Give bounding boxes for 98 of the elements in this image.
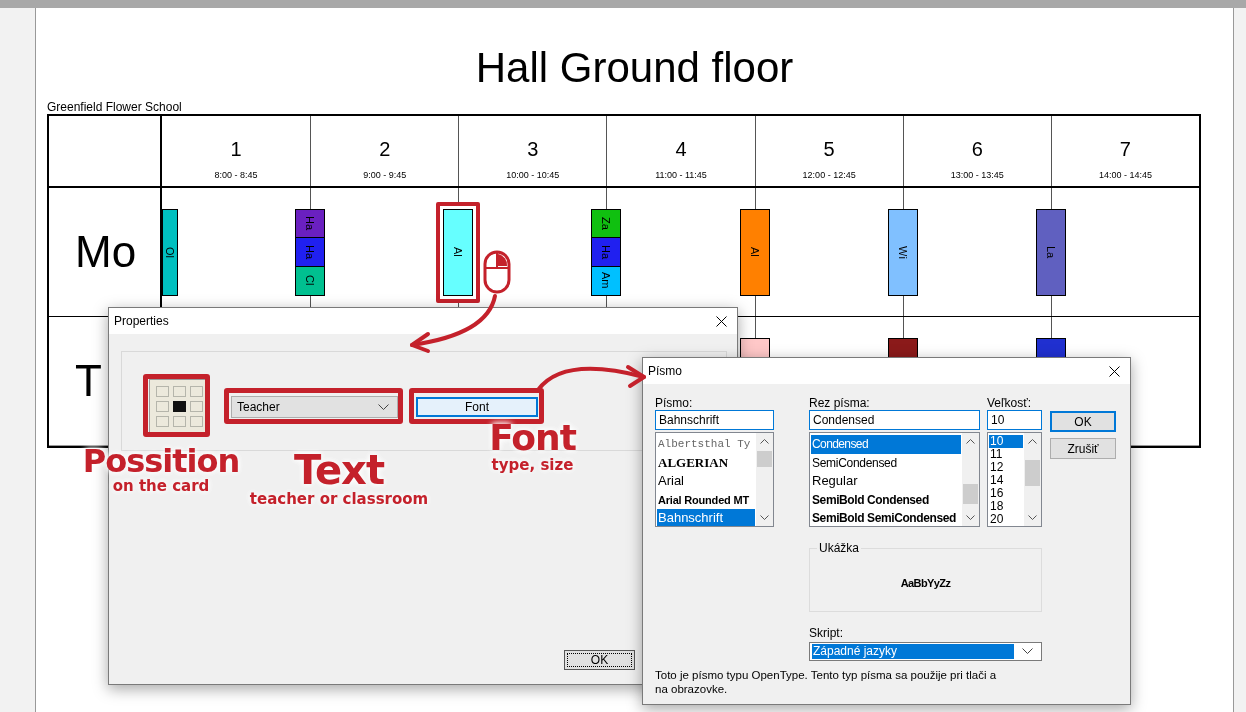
lesson-card[interactable]: Za Ha Am xyxy=(591,208,622,296)
lesson-card[interactable]: Al xyxy=(739,208,770,296)
sample-label: Ukážka xyxy=(817,541,861,555)
annotation-title: Font xyxy=(489,420,576,456)
font-style-item[interactable]: Regular xyxy=(811,472,961,491)
position-cell[interactable] xyxy=(173,386,186,397)
scroll-down-icon[interactable] xyxy=(1028,515,1037,520)
position-cell[interactable] xyxy=(156,386,169,397)
position-cell[interactable] xyxy=(156,401,169,412)
close-icon[interactable] xyxy=(1109,365,1120,377)
scrollbar[interactable] xyxy=(756,433,773,526)
font-info-text: Toto je písmo typu OpenType. Tento typ písma sa použije pri tlači a na obrazovke. xyxy=(655,668,998,696)
scroll-thumb[interactable] xyxy=(757,451,772,467)
field-label: Písmo: xyxy=(655,396,693,410)
position-cell[interactable] xyxy=(173,401,186,412)
font-list-item[interactable]: Arial xyxy=(657,472,755,491)
lesson-card[interactable]: Wi xyxy=(887,208,918,296)
font-size-item[interactable]: 10 xyxy=(989,435,1023,448)
font-size-item[interactable]: 20 xyxy=(989,513,1023,526)
font-style-item[interactable]: SemiBold Condensed xyxy=(811,490,961,509)
annotation-note: on the card xyxy=(112,477,210,495)
font-size-item[interactable]: 12 xyxy=(989,461,1023,474)
position-cell[interactable] xyxy=(190,401,203,412)
dialog-title: Properties xyxy=(114,314,169,328)
position-cell[interactable] xyxy=(173,416,186,427)
lesson-card[interactable]: Ha Ha Cl xyxy=(295,208,326,296)
field-label: Veľkosť: xyxy=(987,396,1032,410)
lesson-block: Ha xyxy=(592,237,621,266)
mouse-icon xyxy=(483,250,511,294)
period-time: 12:00 - 12:45 xyxy=(802,169,856,181)
close-icon[interactable] xyxy=(716,315,727,327)
scroll-up-icon[interactable] xyxy=(760,439,769,444)
annotation-title: Text xyxy=(294,450,384,490)
font-size-item[interactable]: 14 xyxy=(989,474,1023,487)
font-list-item[interactable]: Bahnschrift xyxy=(657,509,755,526)
font-style-item[interactable]: SemiCondensed xyxy=(811,453,961,472)
dialog-title: Písmo xyxy=(648,364,682,378)
school-name: Greenfield Flower School xyxy=(47,100,182,114)
scroll-thumb[interactable] xyxy=(963,484,978,504)
position-cell[interactable] xyxy=(190,386,203,397)
scroll-up-icon[interactable] xyxy=(966,439,975,444)
day-label: T xyxy=(75,356,102,406)
font-list-item[interactable]: Albertsthal Ty xyxy=(657,435,755,454)
lesson-block: Za xyxy=(592,209,621,238)
chevron-down-icon xyxy=(1022,648,1033,655)
period-number: 4 xyxy=(675,137,687,161)
font-style-field[interactable]: Condensed xyxy=(809,410,980,430)
period-number: 5 xyxy=(823,137,835,161)
period-time: 11:00 - 11:45 xyxy=(655,169,707,181)
day-label: Mo xyxy=(75,227,137,277)
script-dropdown[interactable]: Západné jazyky xyxy=(809,642,1042,661)
font-size-item[interactable]: 11 xyxy=(989,448,1023,461)
lesson-card[interactable]: Al xyxy=(443,208,474,296)
font-button[interactable]: Font xyxy=(416,397,538,417)
font-style-item[interactable]: Condensed xyxy=(811,435,961,454)
lesson-block: Ha xyxy=(296,209,325,238)
font-style-item[interactable]: SemiBold SemiCondensed xyxy=(811,509,961,526)
period-number: 7 xyxy=(1119,137,1131,161)
sample-text: AaBbYyZz xyxy=(900,576,951,589)
period-number: 1 xyxy=(230,137,242,161)
font-size-item[interactable]: 18 xyxy=(989,500,1023,513)
scroll-down-icon[interactable] xyxy=(760,515,769,520)
highlight-frame xyxy=(143,374,210,437)
field-label: Rez písma: xyxy=(809,396,870,410)
scrollbar[interactable] xyxy=(1024,433,1041,526)
scroll-up-icon[interactable] xyxy=(1028,439,1037,444)
lesson-card[interactable]: Ol xyxy=(162,208,178,296)
text-source-dropdown[interactable]: Teacher xyxy=(231,396,398,418)
field-label: Skript: xyxy=(809,626,843,640)
lesson-block: Ha xyxy=(296,237,325,266)
period-time: 9:00 - 9:45 xyxy=(363,169,407,181)
lesson-block: Am xyxy=(592,265,621,295)
page-title: Hall Ground floor xyxy=(474,45,795,91)
scrollbar[interactable] xyxy=(962,433,979,526)
position-cell[interactable] xyxy=(190,416,203,427)
period-time: 10:00 - 10:45 xyxy=(506,169,560,181)
font-size-item[interactable]: 16 xyxy=(989,487,1023,500)
annotation-note: teacher or classroom xyxy=(249,490,429,508)
scroll-thumb[interactable] xyxy=(1025,460,1040,486)
annotation-note: type, size xyxy=(491,456,574,474)
period-number: 2 xyxy=(379,137,391,161)
ok-button[interactable]: OK xyxy=(564,650,635,670)
cancel-button[interactable]: Zrušiť xyxy=(1050,438,1116,459)
ok-button[interactable]: OK xyxy=(1050,411,1116,432)
period-number: 3 xyxy=(527,137,539,161)
lesson-block: Cl xyxy=(296,265,325,295)
position-cell[interactable] xyxy=(156,416,169,427)
period-number: 6 xyxy=(971,137,983,161)
font-size-field[interactable]: 10 xyxy=(987,410,1042,430)
font-name-field[interactable]: Bahnschrift xyxy=(655,410,774,430)
period-time: 8:00 - 8:45 xyxy=(214,169,258,181)
chevron-down-icon xyxy=(378,403,389,411)
period-time: 14:00 - 14:45 xyxy=(1098,169,1152,181)
lesson-card[interactable]: La xyxy=(1035,208,1066,296)
font-list-item[interactable]: ALGERIAN xyxy=(657,453,755,472)
font-list-item[interactable]: Arial Rounded MT xyxy=(657,490,755,509)
period-time: 13:00 - 13:45 xyxy=(950,169,1004,181)
scroll-down-icon[interactable] xyxy=(966,515,975,520)
